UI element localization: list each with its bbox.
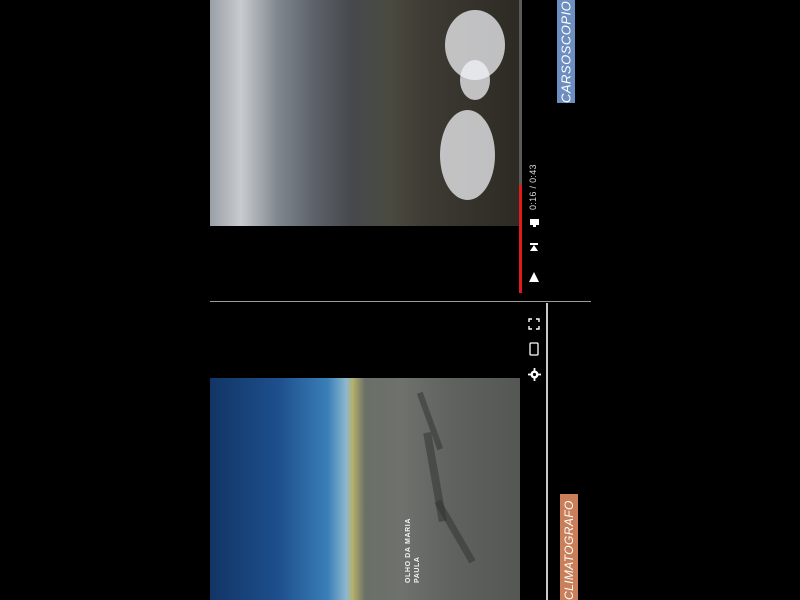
skip-next-icon[interactable] [525, 238, 543, 256]
play-icon[interactable] [525, 268, 543, 286]
progress-track-bottom[interactable] [546, 303, 548, 600]
time-display: 0:16 / 0:43 [528, 164, 538, 210]
video-frame-bottom[interactable]: OLHO DA MARIA PAULA [210, 378, 520, 600]
terrain-ridge [434, 499, 476, 564]
section-divider [210, 301, 591, 302]
fullscreen-icon[interactable] [525, 315, 543, 333]
settings-icon[interactable] [525, 365, 543, 383]
miniplayer-icon[interactable] [525, 340, 543, 358]
map-label: OLHO DA MARIA PAULA [404, 513, 422, 583]
cloud-shape [460, 60, 490, 100]
progress-fill [519, 185, 522, 293]
volume-icon[interactable] [525, 213, 543, 231]
cloud-shape [440, 110, 495, 200]
video-frame-top[interactable] [210, 0, 520, 226]
map-label-line1: OLHO DA [405, 546, 412, 583]
video-label-climatografo: CLIMATOGRAFO [560, 494, 578, 600]
video-letterbox-top [210, 226, 520, 296]
video-label-carsoscopio: CARSOSCOPIO [557, 0, 575, 103]
